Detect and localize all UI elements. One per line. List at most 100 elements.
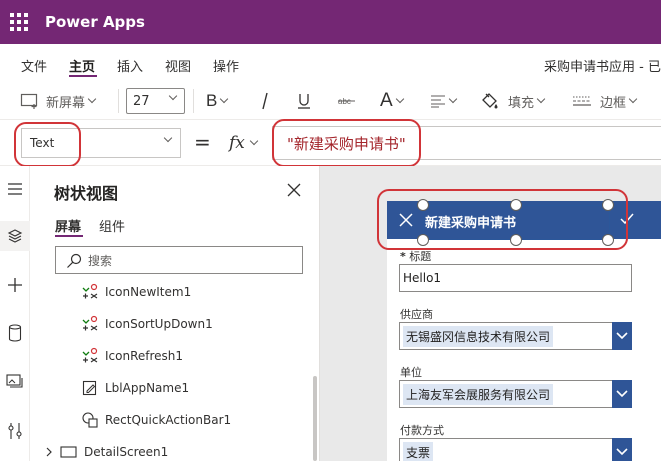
italic-icon xyxy=(262,92,268,110)
menu-file[interactable]: 文件 xyxy=(21,56,47,75)
menu-home[interactable]: 主页 xyxy=(69,56,95,75)
font-color-icon: A xyxy=(380,90,393,111)
border-button[interactable]: 边框 xyxy=(572,82,638,120)
chevron-down-icon xyxy=(220,94,229,104)
tree-item-label: DetailScreen1 xyxy=(84,445,169,459)
fx-button[interactable]: fx xyxy=(229,128,269,158)
new-screen-button[interactable]: 新屏幕 xyxy=(20,82,97,120)
unit-dropdown[interactable]: 上海友军会展服务有限公司 xyxy=(399,380,632,408)
align-button[interactable] xyxy=(430,82,458,120)
tree-search-input[interactable]: 搜索 xyxy=(55,246,303,274)
chevron-down-icon[interactable] xyxy=(612,380,632,408)
title-input-value: Hello1 xyxy=(403,271,442,285)
tree-item-label: IconSortUpDown1 xyxy=(105,317,213,331)
toolbar-divider xyxy=(118,89,119,113)
icon-control-icon xyxy=(80,314,100,334)
payment-field-label: 付款方式 xyxy=(400,424,444,437)
tree-item-label: LblAppName1 xyxy=(105,381,190,395)
chevron-down-icon[interactable] xyxy=(612,438,632,461)
fill-button[interactable]: 填充 xyxy=(480,82,546,120)
annotation-ring-formula xyxy=(272,119,421,167)
strikethrough-button[interactable]: abc xyxy=(338,82,356,120)
strikethrough-icon: abc xyxy=(338,97,355,106)
document-title: 采购申请书应用 - 已 xyxy=(544,60,661,75)
tree-item-lblappname1[interactable]: LblAppName1 xyxy=(80,374,189,402)
menu-active-indicator xyxy=(69,75,97,77)
payment-selected-value: 支票 xyxy=(403,441,434,461)
supplier-dropdown[interactable]: 无锡盛冈信息技术有限公司 xyxy=(399,322,632,350)
fx-icon: fx xyxy=(229,133,245,153)
new-screen-icon xyxy=(20,93,38,109)
fill-label: 填充 xyxy=(508,95,535,111)
align-left-icon xyxy=(431,95,445,108)
bold-icon: B xyxy=(206,91,218,110)
rectangle-shape-icon xyxy=(80,410,100,430)
tab-components[interactable]: 组件 xyxy=(99,216,125,235)
label-edit-icon xyxy=(80,378,100,398)
icon-control-icon xyxy=(80,346,100,366)
title-field-label: * 标题 xyxy=(400,250,432,263)
underline-button[interactable] xyxy=(297,82,311,120)
tree-item-label: IconNewItem1 xyxy=(105,285,192,299)
font-size-value: 27 xyxy=(133,93,150,109)
chevron-down-icon xyxy=(87,94,97,104)
tree-view-panel: 树状视图 屏幕 组件 搜索 IconNewItem1 IconSortUpDow… xyxy=(30,166,320,461)
tree-item-detailscreen1[interactable]: DetailScreen1 xyxy=(44,438,168,461)
bold-button[interactable]: B xyxy=(206,82,229,120)
chevron-right-icon xyxy=(46,447,52,457)
font-color-button[interactable]: A xyxy=(380,82,404,120)
ribbon-toolbar: 新屏幕 27 B abc A 填充 边框 xyxy=(0,82,661,120)
menu-insert[interactable]: 插入 xyxy=(117,56,143,75)
screen-icon xyxy=(60,446,77,458)
annotation-ring-header xyxy=(377,189,628,250)
insert-plus-icon[interactable] xyxy=(0,270,30,300)
tree-view-layers-icon[interactable] xyxy=(0,221,30,251)
payment-dropdown[interactable]: 支票 xyxy=(399,438,632,461)
tree-item-iconsortupdown1[interactable]: IconSortUpDown1 xyxy=(80,310,213,338)
border-style-icon xyxy=(573,96,591,106)
close-icon[interactable] xyxy=(287,183,301,197)
search-icon xyxy=(67,253,82,268)
chevron-down-icon xyxy=(249,136,259,146)
tree-item-iconnewitem1[interactable]: IconNewItem1 xyxy=(80,278,191,306)
chevron-down-icon xyxy=(448,94,458,104)
data-cylinder-icon[interactable] xyxy=(0,318,30,348)
new-screen-label: 新屏幕 xyxy=(46,95,86,111)
chevron-down-icon xyxy=(395,94,404,104)
font-size-select[interactable]: 27 xyxy=(126,88,185,114)
border-label: 边框 xyxy=(600,95,627,111)
app-name: Power Apps xyxy=(45,13,145,31)
tree-item-label: RectQuickActionBar1 xyxy=(105,413,232,427)
tree-item-label: IconRefresh1 xyxy=(105,349,184,363)
annotation-ring-property xyxy=(14,122,81,167)
italic-button[interactable] xyxy=(260,82,270,120)
chevron-down-icon[interactable] xyxy=(612,322,632,350)
advanced-tools-icon[interactable] xyxy=(0,416,30,446)
chevron-down-icon xyxy=(628,94,638,104)
chevron-down-icon xyxy=(168,91,178,101)
title-input[interactable]: Hello1 xyxy=(399,264,632,292)
tree-scrollbar[interactable] xyxy=(313,376,317,461)
menu-view[interactable]: 视图 xyxy=(165,56,191,75)
tree-item-iconrefresh1[interactable]: IconRefresh1 xyxy=(80,342,183,370)
menu-bar: 文件 主页 插入 视图 操作 采购申请书应用 - 已 xyxy=(0,44,661,82)
underline-icon xyxy=(298,94,310,109)
left-rail xyxy=(0,166,30,461)
chevron-down-icon xyxy=(536,94,546,104)
tree-item-rectquickactionbar1[interactable]: RectQuickActionBar1 xyxy=(80,406,231,434)
hamburger-menu-icon[interactable] xyxy=(0,174,30,204)
toolbar-divider xyxy=(193,89,194,113)
icon-control-icon xyxy=(80,282,100,302)
tree-view-title: 树状视图 xyxy=(54,184,119,203)
paint-bucket-icon xyxy=(482,93,498,109)
tab-active-indicator xyxy=(55,235,83,237)
unit-selected-value: 上海友军会展服务有限公司 xyxy=(403,383,554,405)
tab-screens[interactable]: 屏幕 xyxy=(55,216,81,235)
menu-action[interactable]: 操作 xyxy=(213,56,239,75)
app-bar: Power Apps xyxy=(0,0,661,44)
waffle-menu-icon[interactable] xyxy=(5,8,33,36)
supplier-selected-value: 无锡盛冈信息技术有限公司 xyxy=(403,325,554,347)
media-icon[interactable] xyxy=(0,366,30,396)
chevron-down-icon xyxy=(163,133,173,143)
unit-field-label: 单位 xyxy=(400,366,422,379)
